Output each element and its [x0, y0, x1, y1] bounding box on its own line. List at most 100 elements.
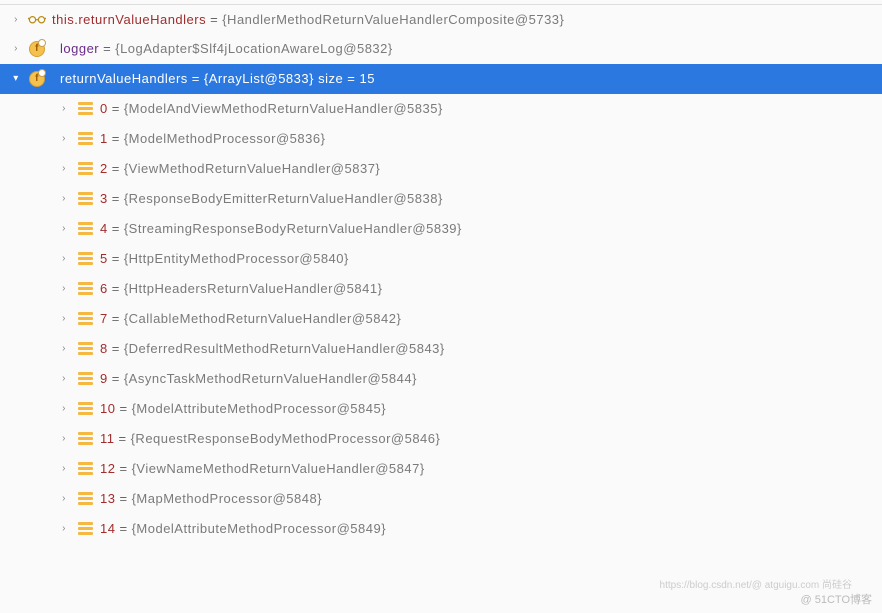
variable-value: {DeferredResultMethodReturnValueHandler@…: [124, 341, 445, 356]
tree-row[interactable]: ›flogger = {LogAdapter$Slf4jLocationAwar…: [0, 34, 882, 64]
expand-chevron-icon[interactable]: ›: [56, 191, 72, 207]
tree-row[interactable]: › 7 = {CallableMethodReturnValueHandler@5…: [0, 304, 882, 334]
variable-value: {ViewMethodReturnValueHandler@5837}: [124, 161, 380, 176]
variable-name: this.returnValueHandlers: [52, 12, 206, 27]
expand-chevron-icon[interactable]: ›: [56, 221, 72, 237]
variable-name: 6: [100, 281, 108, 296]
expand-chevron-icon[interactable]: ›: [8, 11, 24, 27]
tree-row[interactable]: ›8 = {DeferredResultMethodReturnValueHan…: [0, 334, 882, 364]
tree-row[interactable]: ›11 = {RequestResponseBodyMethodProcesso…: [0, 424, 882, 454]
watch-icon: [28, 10, 46, 28]
variable-value: {ModelMethodProcessor@5836}: [124, 131, 326, 146]
equals-sign: =: [108, 341, 124, 356]
array-element-icon: [76, 250, 94, 268]
variable-name: 10: [100, 401, 115, 416]
equals-sign: =: [108, 311, 124, 326]
equals-sign: =: [188, 71, 204, 86]
array-element-icon: [76, 160, 94, 178]
array-element-icon: [76, 520, 94, 538]
variable-value: {RequestResponseBodyMethodProcessor@5846…: [131, 431, 441, 446]
expand-chevron-icon[interactable]: ›: [56, 131, 72, 147]
variable-name: 0: [100, 101, 108, 116]
array-element-icon: [76, 400, 94, 418]
variable-value: {AsyncTaskMethodReturnValueHandler@5844}: [124, 371, 417, 386]
tree-row[interactable]: › 6 = {HttpHeadersReturnValueHandler@5841…: [0, 274, 882, 304]
expand-chevron-icon[interactable]: ›: [56, 371, 72, 387]
tree-row[interactable]: ›2 = {ViewMethodReturnValueHandler@5837}: [0, 154, 882, 184]
expand-chevron-icon[interactable]: ›: [56, 461, 72, 477]
expand-chevron-icon[interactable]: ›: [56, 101, 72, 117]
variable-name: returnValueHandlers: [60, 71, 188, 86]
variable-value: {HttpHeadersReturnValueHandler@5841}: [124, 281, 383, 296]
tree-row[interactable]: ›5 = {HttpEntityMethodProcessor@5840}: [0, 244, 882, 274]
expand-chevron-icon[interactable]: ›: [56, 251, 72, 267]
tree-row[interactable]: › 4 = {StreamingResponseBodyReturnValueHa…: [0, 214, 882, 244]
variable-name: 13: [100, 491, 115, 506]
expand-chevron-icon[interactable]: ›: [56, 431, 72, 447]
equals-sign: =: [108, 131, 124, 146]
array-element-icon: [76, 190, 94, 208]
array-element-icon: [76, 460, 94, 478]
array-element-icon: [76, 220, 94, 238]
expand-chevron-icon[interactable]: ›: [56, 311, 72, 327]
equals-sign: =: [108, 251, 124, 266]
equals-sign: =: [115, 491, 131, 506]
equals-sign: =: [115, 461, 131, 476]
array-element-icon: [76, 430, 94, 448]
equals-sign: =: [108, 101, 124, 116]
variable-value: {ModelAttributeMethodProcessor@5849}: [132, 521, 387, 536]
expand-chevron-icon[interactable]: ›: [56, 401, 72, 417]
equals-sign: =: [108, 191, 124, 206]
tree-row[interactable]: ›10 = {ModelAttributeMethodProcessor@584…: [0, 394, 882, 424]
equals-sign: =: [108, 221, 124, 236]
variable-value: {CallableMethodReturnValueHandler@5842}: [124, 311, 401, 326]
tree-row[interactable]: › 9 = {AsyncTaskMethodReturnValueHandler@…: [0, 364, 882, 394]
variable-value: {ResponseBodyEmitterReturnValueHandler@5…: [124, 191, 443, 206]
variable-name: 5: [100, 251, 108, 266]
variable-value: {ArrayList@5833} size = 15: [204, 71, 375, 86]
array-element-icon: [76, 130, 94, 148]
equals-sign: =: [108, 281, 124, 296]
debugger-variables-tree: › this.returnValueHandlers = {HandlerMeth…: [0, 0, 882, 544]
array-element-icon: [76, 100, 94, 118]
variable-value: {LogAdapter$Slf4jLocationAwareLog@5832}: [115, 41, 393, 56]
variable-name: 3: [100, 191, 108, 206]
variable-name: 9: [100, 371, 108, 386]
equals-sign: =: [108, 371, 124, 386]
variable-value: {StreamingResponseBodyReturnValueHandler…: [124, 221, 462, 236]
expand-chevron-icon[interactable]: ›: [56, 161, 72, 177]
variable-name: 1: [100, 131, 108, 146]
variable-value: {ViewNameMethodReturnValueHandler@5847}: [132, 461, 425, 476]
equals-sign: =: [115, 401, 131, 416]
expand-chevron-icon[interactable]: ›: [56, 521, 72, 537]
array-element-icon: [76, 490, 94, 508]
expand-chevron-icon[interactable]: ›: [8, 41, 24, 57]
variable-name: 2: [100, 161, 108, 176]
variable-value: {HandlerMethodReturnValueHandlerComposit…: [222, 12, 564, 27]
array-element-icon: [76, 280, 94, 298]
tree-row[interactable]: › 13 = {MapMethodProcessor@5848}: [0, 484, 882, 514]
tree-row[interactable]: ▾freturnValueHandlers = {ArrayList@5833}…: [0, 64, 882, 94]
variable-name: 4: [100, 221, 108, 236]
tree-row[interactable]: › 12 = {ViewNameMethodReturnValueHandler@…: [0, 454, 882, 484]
variable-name: 7: [100, 311, 108, 326]
equals-sign: =: [99, 41, 115, 56]
tree-row[interactable]: ›14 = {ModelAttributeMethodProcessor@584…: [0, 514, 882, 544]
tree-row[interactable]: › 0 = {ModelAndViewMethodReturnValueHandl…: [0, 94, 882, 124]
variable-name: 12: [100, 461, 115, 476]
equals-sign: =: [115, 521, 131, 536]
tree-row[interactable]: › 3 = {ResponseBodyEmitterReturnValueHand…: [0, 184, 882, 214]
watermark-sub: https://blog.csdn.net/@ atguigu.com 尚硅谷: [660, 576, 852, 591]
array-element-icon: [76, 370, 94, 388]
expand-chevron-icon[interactable]: ▾: [8, 71, 24, 87]
tree-row[interactable]: › 1 = {ModelMethodProcessor@5836}: [0, 124, 882, 154]
expand-chevron-icon[interactable]: ›: [56, 341, 72, 357]
equals-sign: =: [206, 12, 222, 27]
tree-row[interactable]: › this.returnValueHandlers = {HandlerMeth…: [0, 4, 882, 34]
variable-value: {MapMethodProcessor@5848}: [132, 491, 322, 506]
variable-name: logger: [60, 41, 99, 56]
expand-chevron-icon[interactable]: ›: [56, 281, 72, 297]
variable-value: {ModelAndViewMethodReturnValueHandler@58…: [124, 101, 443, 116]
equals-sign: =: [115, 431, 131, 446]
expand-chevron-icon[interactable]: ›: [56, 491, 72, 507]
